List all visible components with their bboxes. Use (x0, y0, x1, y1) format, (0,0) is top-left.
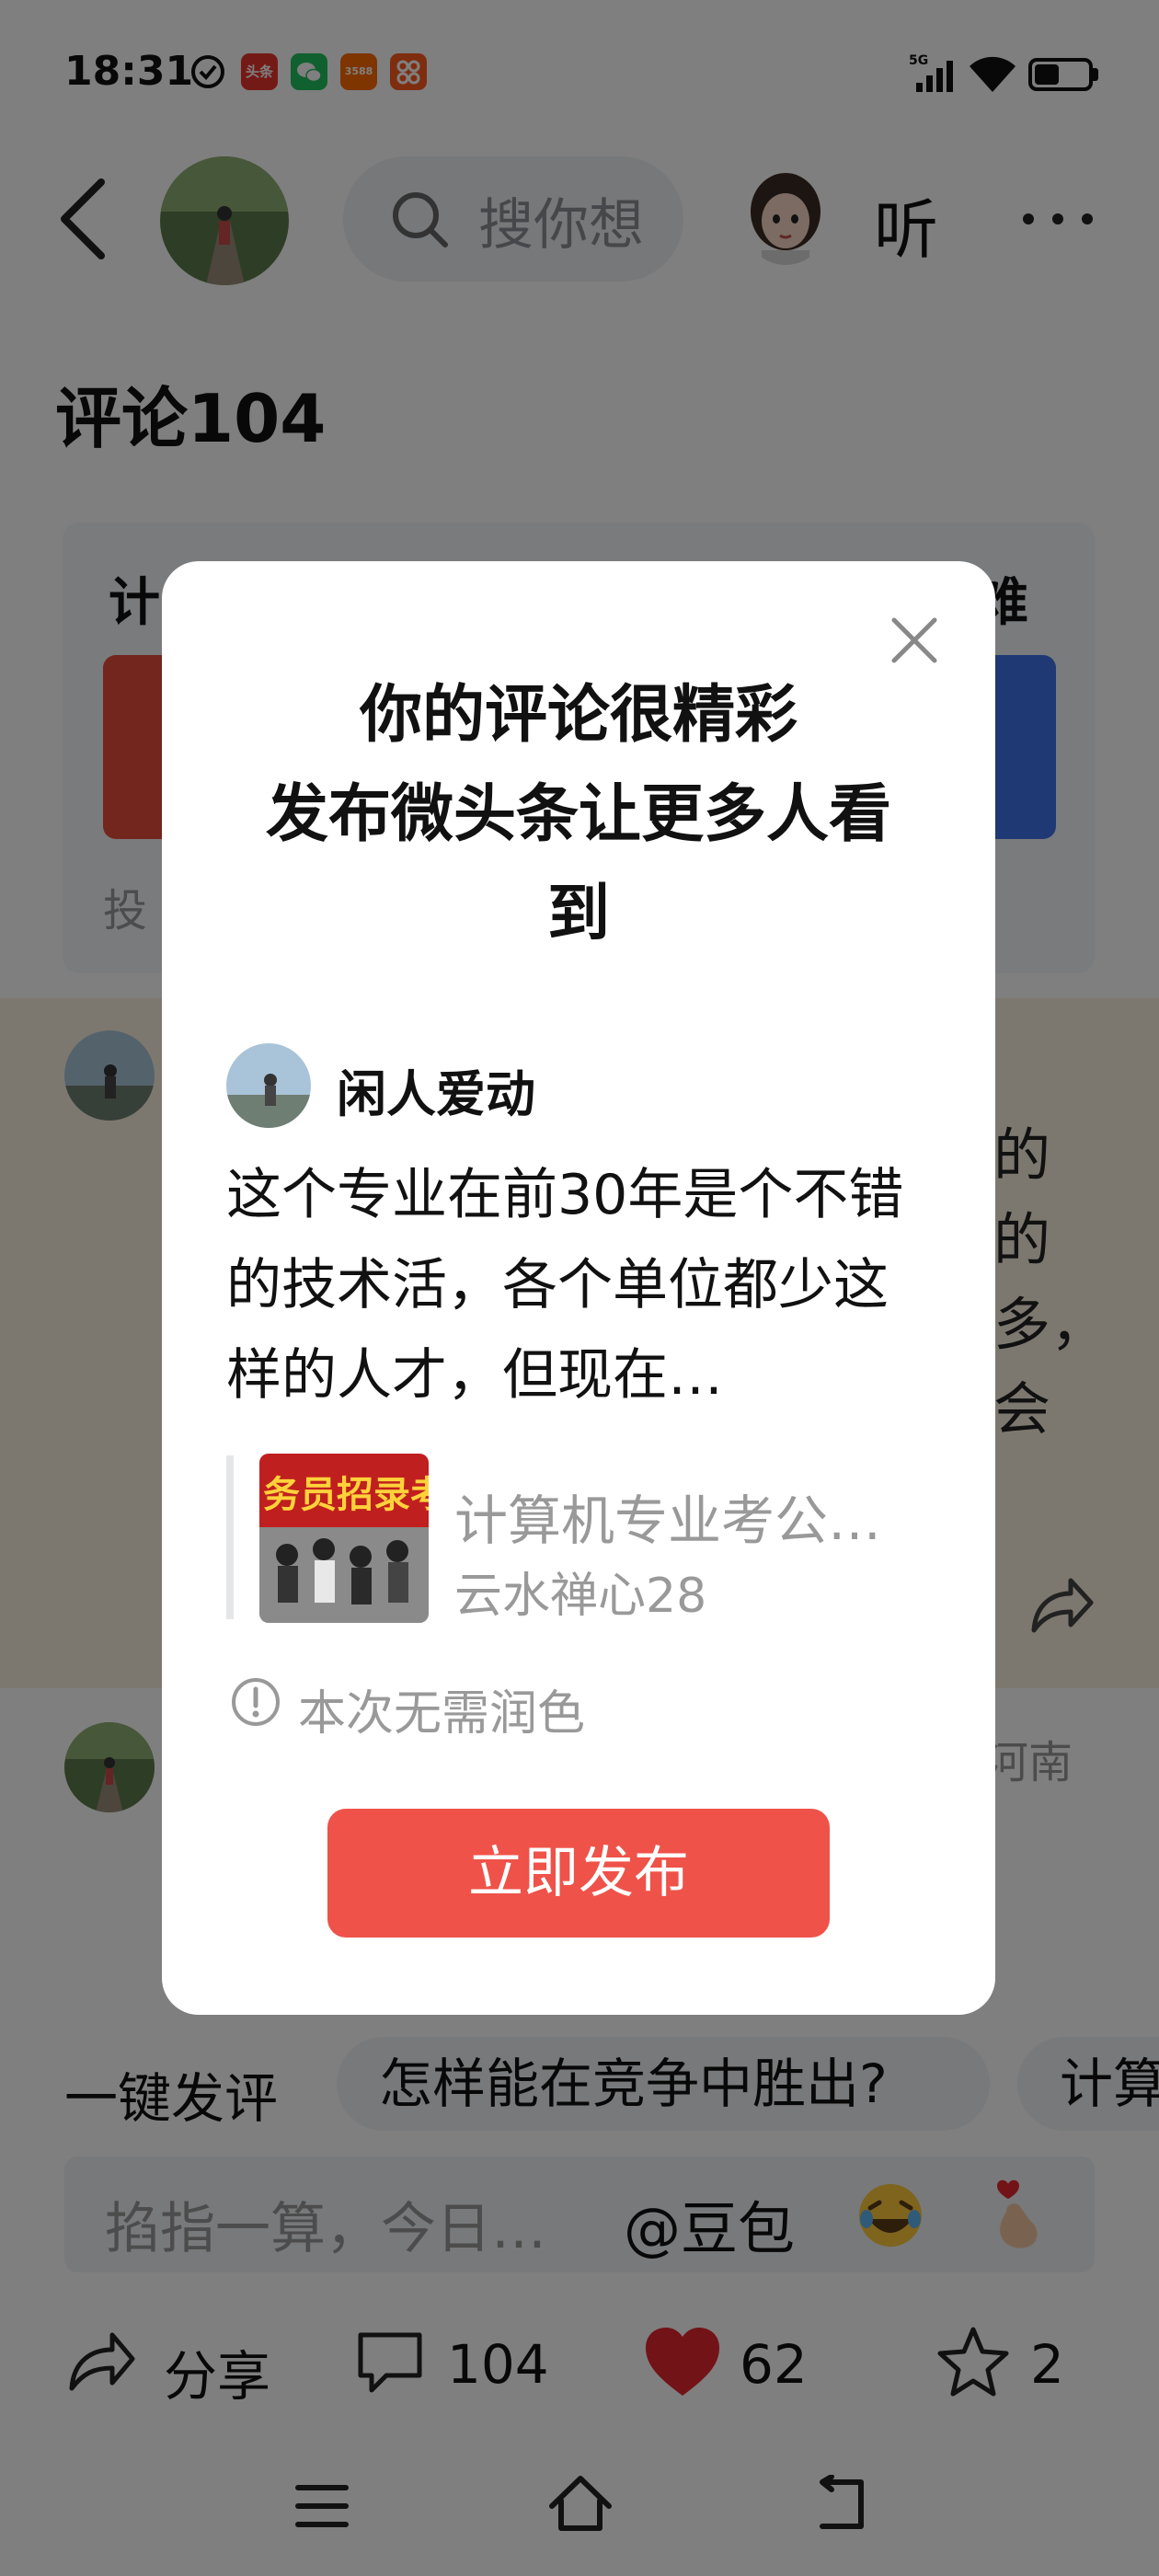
close-icon[interactable] (889, 615, 940, 666)
polish-note: 本次无需润色 (298, 1686, 586, 1742)
publish-button[interactable]: 立即发布 (327, 1809, 830, 1938)
article-title: 计算机专业考公… (454, 1489, 882, 1552)
svg-text:务员招录考: 务员招录考 (263, 1474, 429, 1516)
info-icon (230, 1676, 281, 1731)
comment-preview: 这个专业在前30年是个不错的技术活，各个单位都少这样的人才，但现在… (226, 1163, 904, 1408)
quote-bar (226, 1455, 234, 1619)
user-avatar (226, 1043, 311, 1128)
article-author: 云水禅心28 (454, 1569, 707, 1624)
modal-title: 你的评论很精彩 发布微头条让更多人看 到 (265, 679, 891, 950)
article-thumbnail: 务员招录考 (259, 1454, 429, 1623)
username: 闲人爱动 (337, 1065, 535, 1123)
